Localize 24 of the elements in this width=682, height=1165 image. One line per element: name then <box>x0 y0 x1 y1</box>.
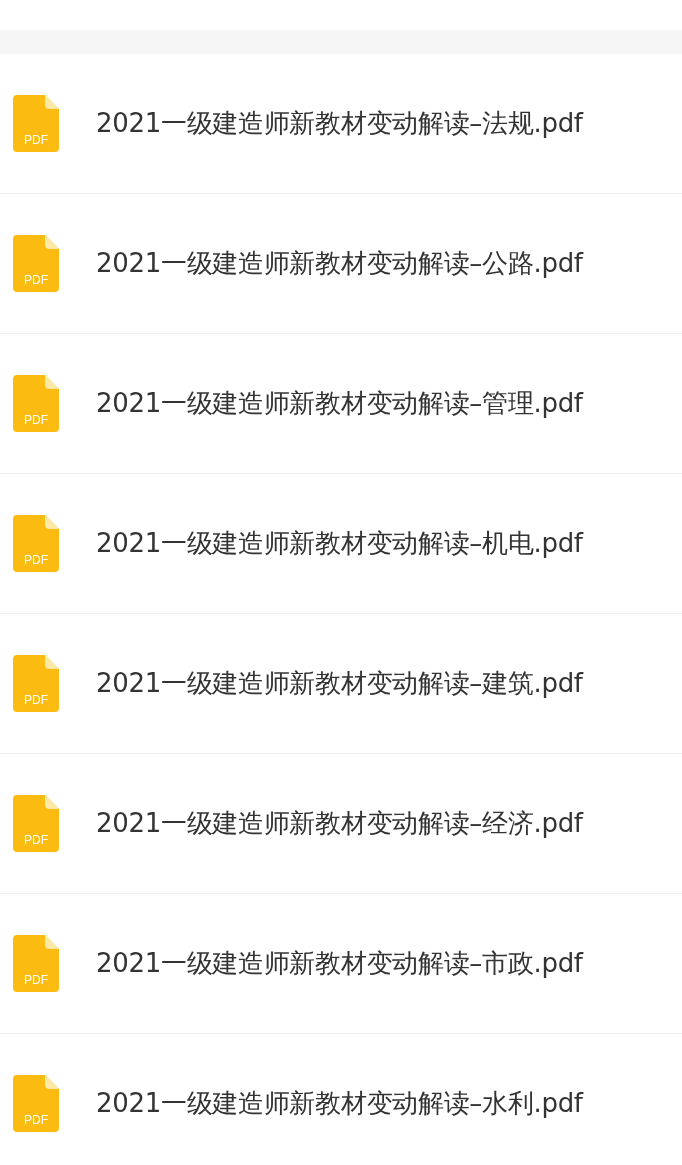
file-type-label: PDF <box>23 134 49 146</box>
file-name[interactable]: 2021一级建造师新教材变动解读–市政.pdf <box>96 946 583 981</box>
file-name[interactable]: 2021一级建造师新教材变动解读–管理.pdf <box>96 386 583 421</box>
file-icon <box>13 375 59 432</box>
file-type-label: PDF <box>23 414 49 426</box>
file-type-label: PDF <box>23 834 49 846</box>
file-icon <box>13 1075 59 1132</box>
file-type-label: PDF <box>23 554 49 566</box>
file-name[interactable]: 2021一级建造师新教材变动解读–公路.pdf <box>96 246 583 281</box>
file-type-label: PDF <box>23 274 49 286</box>
file-name[interactable]: 2021一级建造师新教材变动解读–经济.pdf <box>96 806 583 841</box>
file-type-label: PDF <box>23 1114 49 1126</box>
file-icon <box>13 935 59 992</box>
file-icon <box>13 655 59 712</box>
file-name[interactable]: 2021一级建造师新教材变动解读–水利.pdf <box>96 1086 583 1121</box>
file-type-label: PDF <box>23 974 49 986</box>
file-icon <box>13 515 59 572</box>
file-icon <box>13 235 59 292</box>
file-icon <box>13 95 59 152</box>
file-type-label: PDF <box>23 694 49 706</box>
file-name[interactable]: 2021一级建造师新教材变动解读–建筑.pdf <box>96 666 583 701</box>
file-name[interactable]: 2021一级建造师新教材变动解读–机电.pdf <box>96 526 583 561</box>
file-name[interactable]: 2021一级建造师新教材变动解读–法规.pdf <box>96 106 583 141</box>
file-icon <box>13 795 59 852</box>
